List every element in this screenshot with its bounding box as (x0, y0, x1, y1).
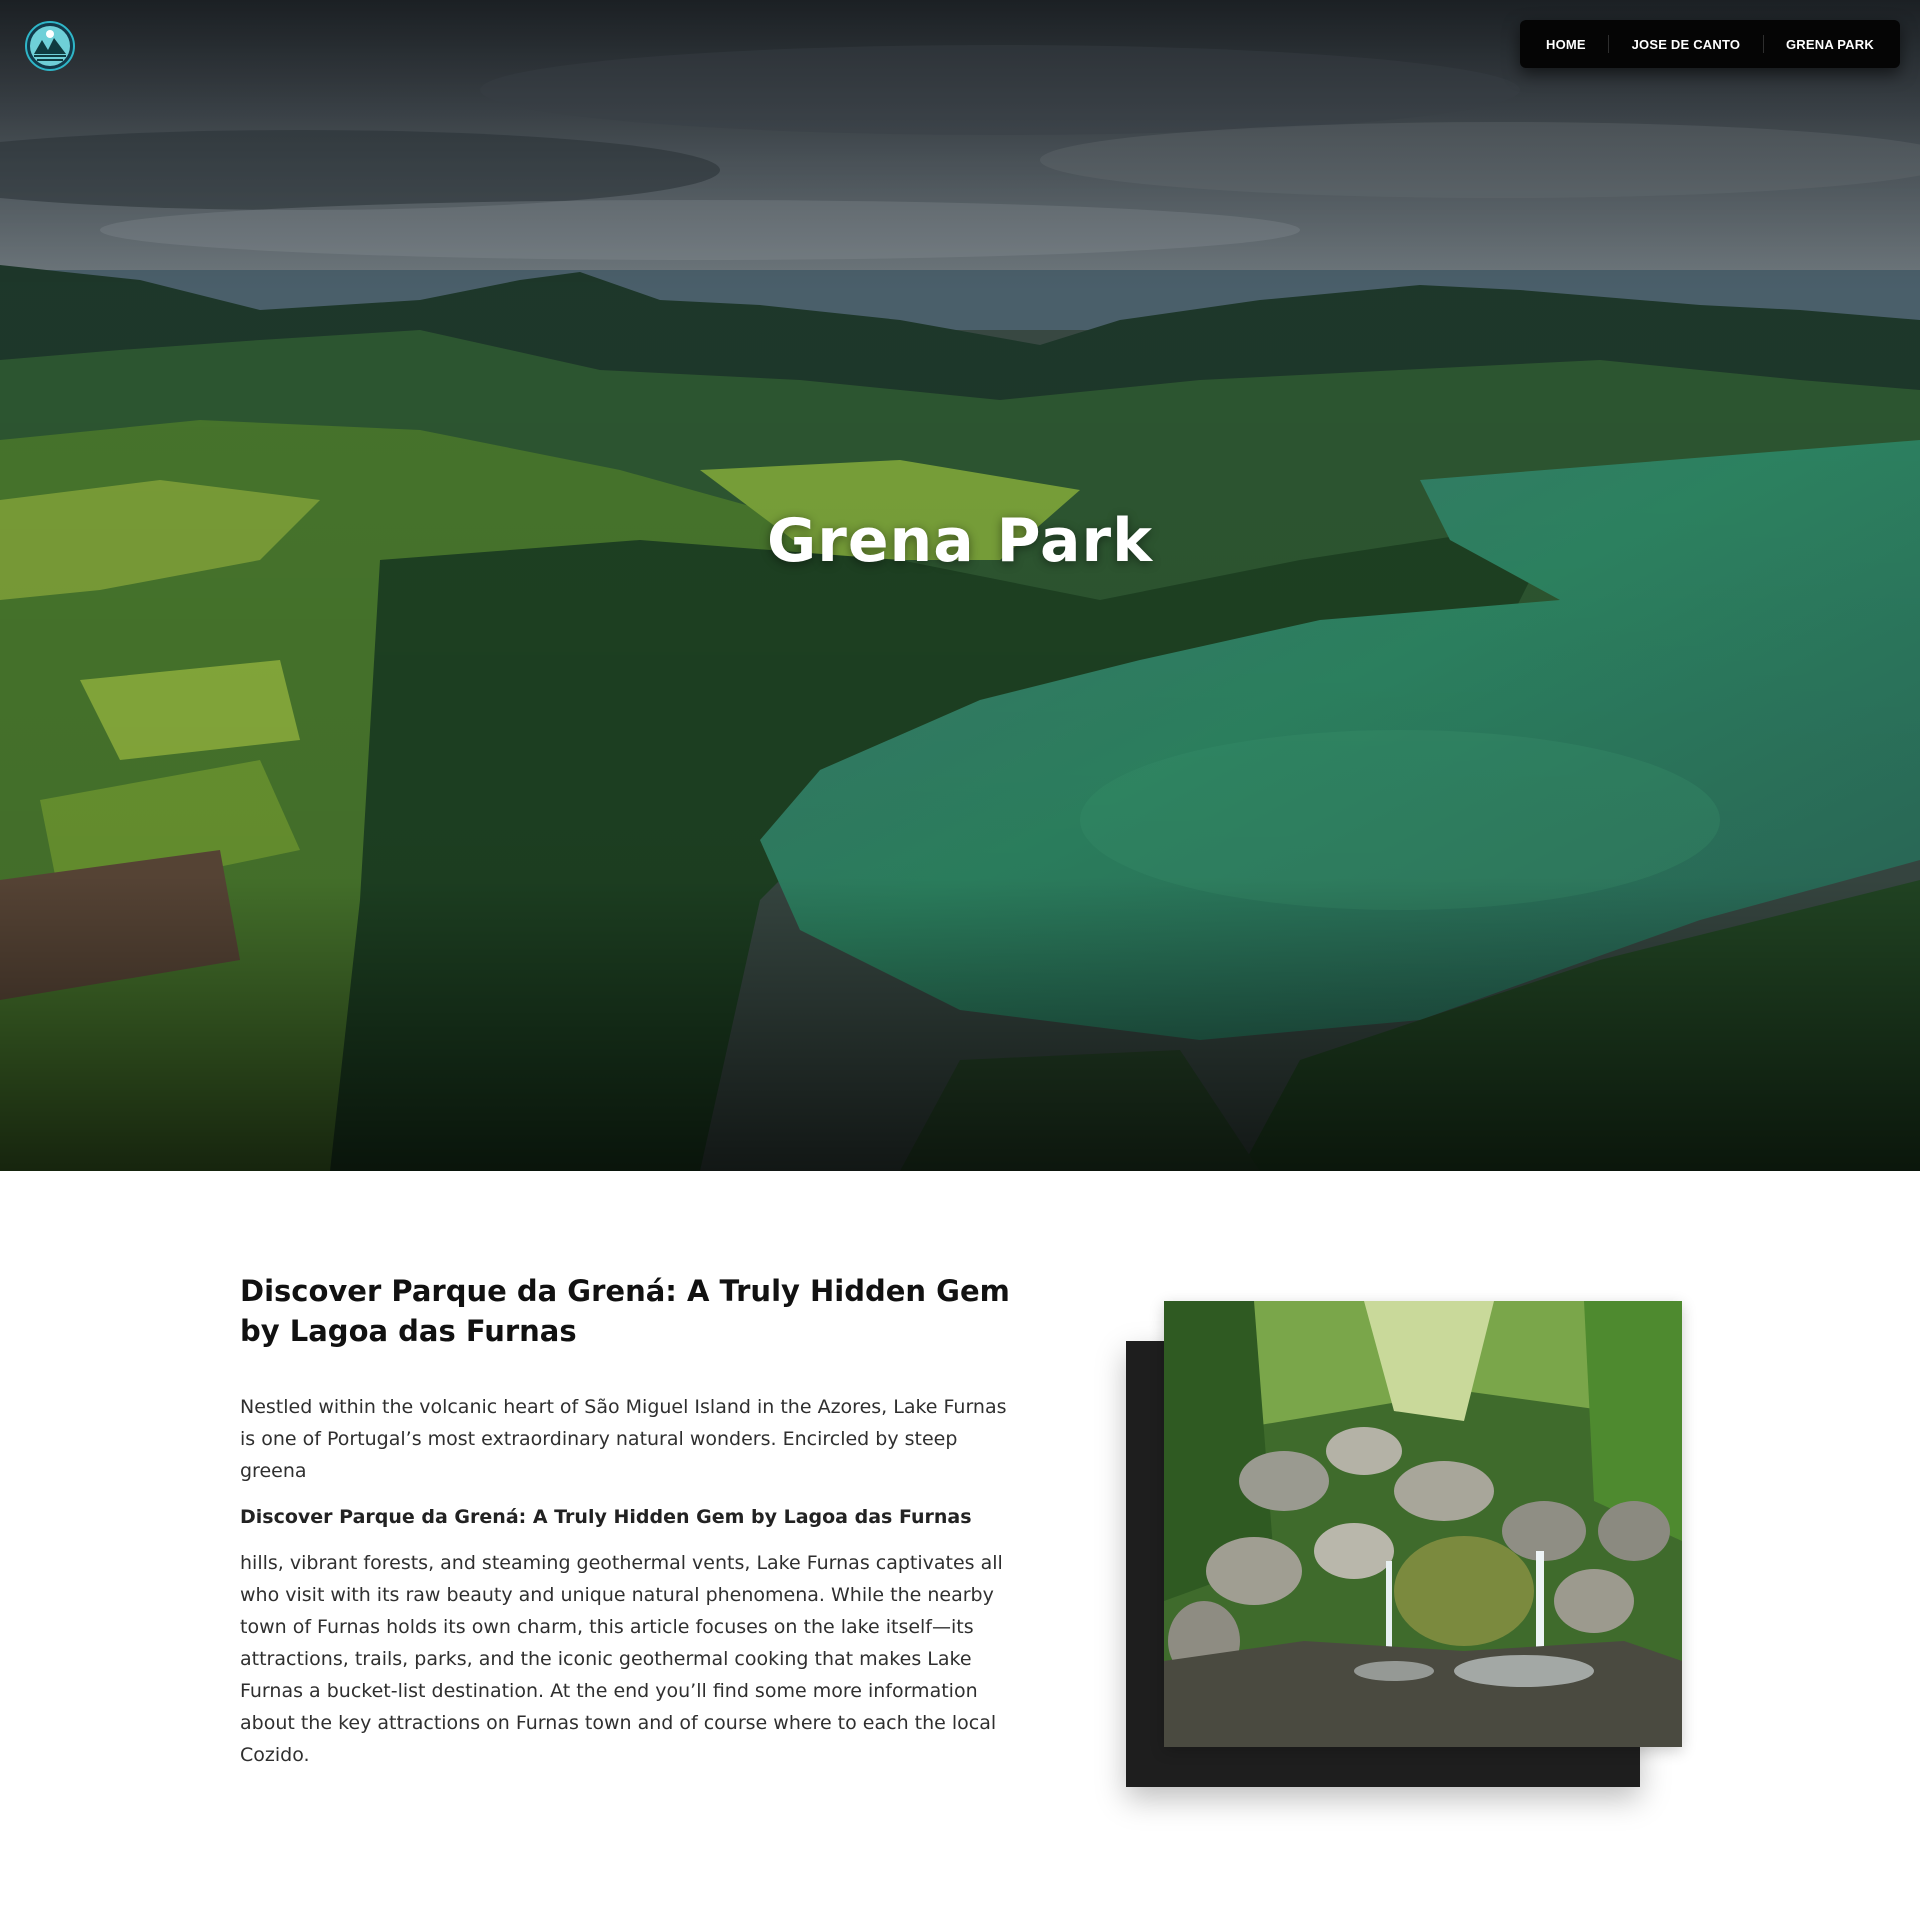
lake-mountain-logo-icon (25, 21, 75, 71)
nav-jose-de-canto[interactable]: JOSE DE CANTO (1626, 37, 1747, 52)
article-section: Discover Parque da Grená: A Truly Hidden… (0, 1171, 1920, 1915)
nav-divider (1608, 35, 1610, 53)
nav-home[interactable]: HOME (1540, 37, 1592, 52)
article-subheading: Discover Parque da Grená: A Truly Hidden… (240, 1506, 972, 1528)
hero-background-image (0, 0, 1920, 1171)
main-nav: HOME JOSE DE CANTO GRENA PARK (1520, 20, 1900, 68)
article-headline: Discover Parque da Grená: A Truly Hidden… (240, 1274, 1010, 1348)
waterfall-photo (1164, 1301, 1682, 1747)
article-text: Discover Parque da Grená: A Truly Hidden… (240, 1271, 1020, 1785)
site-logo[interactable] (24, 20, 76, 72)
article-body: hills, vibrant forests, and steaming geo… (240, 1552, 1003, 1766)
article-photo-frame (1126, 1301, 1682, 1787)
hero-title: Grena Park (767, 506, 1153, 576)
hero-section: HOME JOSE DE CANTO GRENA PARK Grena Park (0, 0, 1920, 1171)
nav-divider (1762, 35, 1764, 53)
waterfall-stream-image (1164, 1301, 1682, 1747)
nav-grena-park[interactable]: GRENA PARK (1780, 37, 1880, 52)
article-intro: Nestled within the volcanic heart of São… (240, 1396, 1007, 1482)
